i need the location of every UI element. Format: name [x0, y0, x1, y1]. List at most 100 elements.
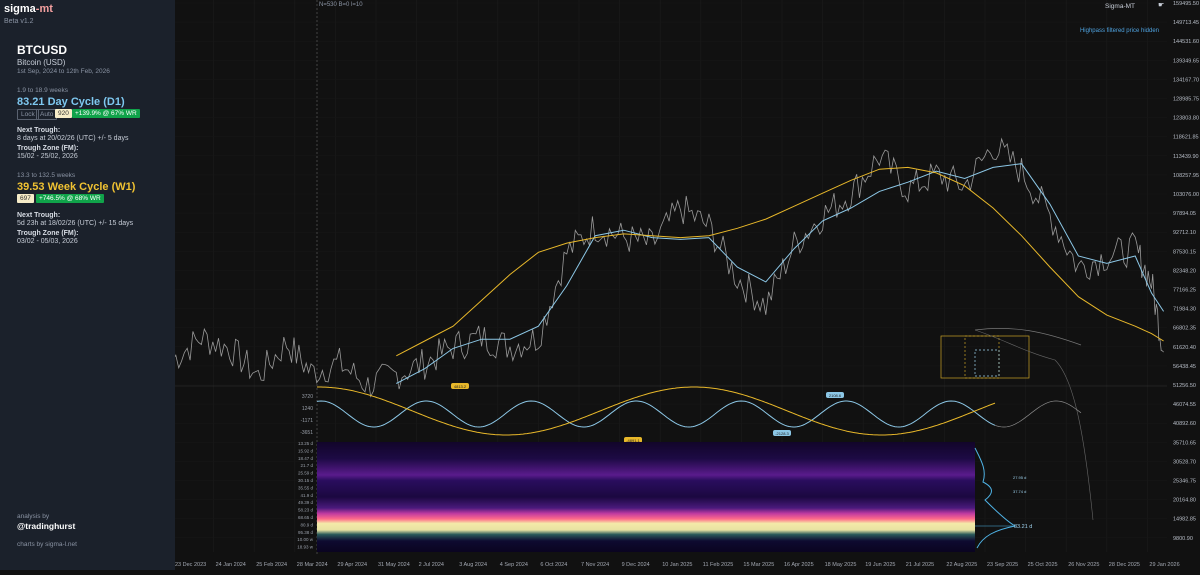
projection-line	[974, 328, 1082, 346]
projection-line	[974, 329, 1094, 521]
x-tick-label: 29 Jan 2026	[1149, 562, 1179, 568]
x-tick-label: 25 Feb 2024	[256, 562, 287, 568]
y-tick-label: 139349.65	[1173, 58, 1199, 64]
y-tick-label: 35710.65	[1173, 440, 1196, 446]
cycle1-title: 83.21 Day Cycle (D1)	[17, 96, 125, 108]
x-tick-label: 22 Aug 2025	[946, 562, 977, 568]
x-tick-label: 7 Nov 2024	[581, 562, 609, 568]
spectrum-y-tick: 68.65 d	[298, 515, 314, 520]
w1-trough-zone-center	[964, 335, 1000, 379]
osc-y-tick: -1171	[301, 418, 314, 424]
x-tick-label: 26 Nov 2025	[1068, 562, 1099, 568]
analysis-by-label: analysis by	[17, 513, 50, 520]
app-version: Beta v1.2	[4, 18, 34, 25]
spectrum-panel: 13.25 d 15.92 d 18.47 d 21.7 d 25.59 d 30.15 …	[297, 441, 1032, 552]
w1-oscillator-line	[317, 386, 996, 436]
x-tick-label: 2 Jul 2024	[419, 562, 444, 568]
spectrum-y-tick: 25.59 d	[298, 471, 314, 476]
x-tick-label: 4 Sep 2024	[500, 562, 528, 568]
y-tick-label: 134167.70	[1173, 77, 1199, 83]
cycle1-next-trough-label: Next Trough:	[17, 127, 61, 134]
spectrum-y-tick: 13.25 d	[298, 441, 314, 446]
spectrum-mark-label: 27.95 d	[1013, 475, 1026, 480]
charts-by-label: charts by sigma-l.net	[17, 541, 77, 548]
x-tick-label: 18 May 2025	[825, 562, 857, 568]
spectrum-heatmap	[317, 442, 975, 552]
cycle1-performance-badge: +139.9% @ 67% WR	[72, 109, 140, 118]
spectrum-y-tick: 35.55 d	[298, 485, 314, 490]
y-tick-label: 123803.80	[1173, 116, 1199, 122]
x-tick-label: 21 Jul 2025	[906, 562, 934, 568]
chart-svg[interactable]: 37201240-1171-36514813.22108.6-4891.1-21…	[172, 0, 1200, 570]
cycle1-count-badge: 920	[55, 109, 72, 118]
cycle2-title: 39.53 Week Cycle (W1)	[17, 181, 136, 193]
y-tick-label: 25346.75	[1173, 479, 1196, 485]
y-tick-label: 87530.15	[1173, 249, 1196, 255]
spectrum-y-tick: 10.00 w	[297, 537, 314, 542]
osc-value-label: 4813.2	[454, 384, 467, 389]
x-tick-label: 24 Jan 2024	[216, 562, 246, 568]
x-tick-label: 11 Feb 2025	[703, 562, 733, 568]
spectrum-y-tick: 95.38 d	[298, 530, 314, 535]
x-tick-label: 6 Oct 2024	[540, 562, 567, 568]
osc-y-tick: -3651	[300, 430, 313, 436]
x-tick-label: 3 Aug 2024	[459, 562, 487, 568]
cycle1-zone-label: Trough Zone (FM):	[17, 145, 79, 152]
y-tick-label: 159495.50	[1173, 1, 1199, 7]
y-tick-label: 82348.20	[1173, 268, 1196, 274]
spectrum-peak-label: 83.21 d	[1014, 524, 1032, 530]
x-tick-label: 15 Mar 2025	[743, 562, 774, 568]
spectrum-y-tick: 15.92 d	[298, 448, 314, 453]
app-title: sigma-mt	[4, 3, 53, 15]
stats-readout: N=530 B=0 l=10	[319, 2, 363, 8]
author-handle[interactable]: @tradinghurst	[17, 521, 75, 531]
y-tick-label: 51256.50	[1173, 383, 1196, 389]
y-tick-label: 113439.90	[1173, 154, 1199, 160]
cycle2-window: 13.3 to 132.5 weeks	[17, 172, 76, 179]
y-tick-label: 30528.70	[1173, 459, 1196, 465]
x-tick-label: 16 Apr 2025	[784, 562, 814, 568]
spectrum-y-tick: 49.39 d	[298, 500, 314, 505]
sidebar-panel: sigma-mt Beta v1.2 BTCUSD Bitcoin (USD) …	[0, 0, 175, 570]
spectrum-y-tick: 30.15 d	[298, 478, 314, 483]
y-tick-label: 56438.45	[1173, 364, 1196, 370]
x-tick-label: 9 Dec 2024	[622, 562, 650, 568]
x-tick-label: 25 Oct 2025	[1028, 562, 1058, 568]
spectrum-mark-label: 37.74 d	[1013, 489, 1026, 494]
cycle2-zone-label: Trough Zone (FM):	[17, 230, 79, 237]
y-tick-label: 77166.25	[1173, 288, 1196, 294]
y-tick-label: 14982.85	[1173, 517, 1196, 523]
highpass-note: Highpass filtered price hidden	[1080, 28, 1159, 34]
chart-area[interactable]: 3720 1240 -1171 -3651 4813.2 2108.6 -4891.1 -21…	[172, 0, 1200, 570]
y-tick-label: 40892.60	[1173, 421, 1196, 427]
y-tick-label: 61620.40	[1173, 345, 1196, 351]
spectrum-y-tick: 18.47 d	[298, 456, 314, 461]
y-tick-label: 144531.60	[1173, 39, 1199, 45]
x-tick-label: 28 Mar 2024	[297, 562, 328, 568]
cycle2-next-trough-label: Next Trough:	[17, 212, 61, 219]
d1-trough-zone-box	[974, 349, 1000, 377]
symbol-ticker: BTCUSD	[17, 43, 67, 57]
x-tick-label: 10 Jan 2025	[662, 562, 692, 568]
cycle2-zone-value: 03/02 - 05/03, 2026	[17, 238, 78, 245]
cycle2-performance-badge: +746.5% @ 68% WR	[36, 194, 104, 203]
y-tick-label: 66802.35	[1173, 326, 1196, 332]
cycle1-next-trough-value: 8 days at 20/02/26 (UTC) +/- 5 days	[17, 135, 129, 142]
y-tick-label: 103076.00	[1173, 192, 1199, 198]
y-tick-label: 46074.55	[1173, 402, 1196, 408]
y-tick-label: 128985.75	[1173, 97, 1199, 103]
osc-y-tick: 1240	[302, 406, 313, 412]
x-tick-label: 31 May 2024	[378, 562, 410, 568]
date-range: 1st Sep, 2024 to 12th Feb, 2026	[17, 68, 110, 75]
y-tick-label: 9800.90	[1173, 536, 1193, 542]
x-tick-label: 28 Dec 2025	[1109, 562, 1140, 568]
spectrum-y-tick: 18.93 w	[297, 545, 314, 550]
spectrum-y-tick: 41.9 d	[300, 493, 313, 498]
y-tick-label: 71984.30	[1173, 307, 1196, 313]
symbol-name: Bitcoin (USD)	[17, 58, 66, 67]
spectrum-profile	[974, 447, 1017, 549]
cycle2-next-trough-value: 5d 23h at 18/02/26 (UTC) +/- 15 days	[17, 220, 134, 227]
cycle1-zone-value: 15/02 - 25/02, 2026	[17, 153, 78, 160]
x-tick-label: 19 Jun 2025	[865, 562, 895, 568]
spectrum-y-tick: 58.23 d	[298, 508, 314, 513]
